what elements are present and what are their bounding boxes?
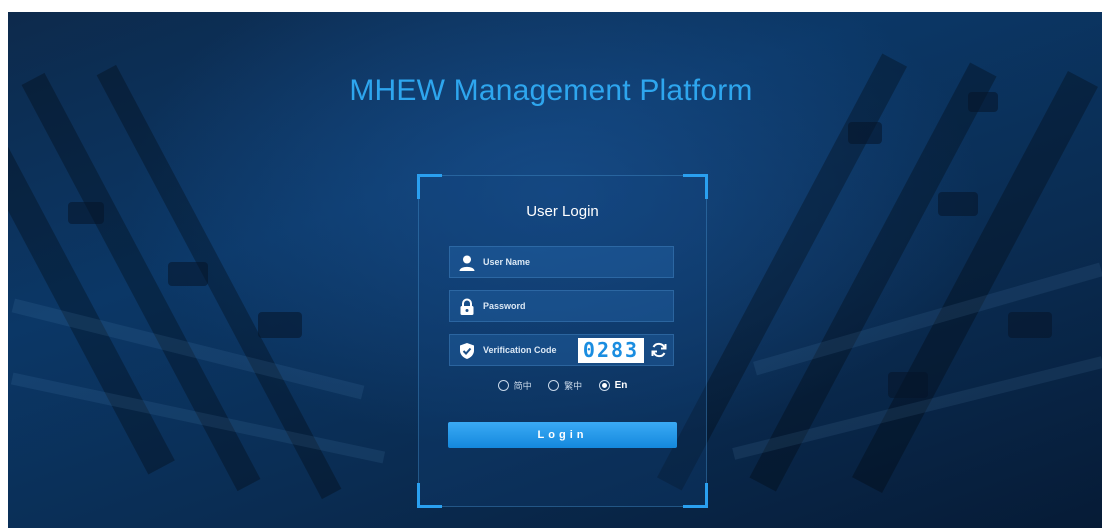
- lock-icon: [460, 298, 474, 315]
- language-label: 繁中: [564, 381, 583, 391]
- user-icon: [459, 255, 475, 271]
- username-input[interactable]: [483, 247, 663, 277]
- captcha-image[interactable]: 0283: [578, 338, 644, 363]
- frame-corner-top-left: [417, 174, 442, 199]
- login-heading: User Login: [526, 203, 599, 220]
- radio-button[interactable]: [548, 380, 560, 391]
- verification-code-input[interactable]: [483, 335, 578, 365]
- password-field: [449, 290, 674, 322]
- refresh-icon[interactable]: [650, 341, 668, 359]
- shield-check-icon: [460, 343, 474, 359]
- login-button[interactable]: Login: [448, 422, 677, 448]
- language-label: 简中: [513, 381, 532, 391]
- password-input[interactable]: [483, 291, 663, 321]
- radio-button[interactable]: [497, 380, 509, 391]
- frame-corner-bottom-right: [683, 483, 708, 508]
- language-option-traditional-chinese[interactable]: 繁中: [548, 379, 582, 392]
- language-option-simplified-chinese[interactable]: 简中: [497, 379, 532, 392]
- radio-button-selected[interactable]: [598, 380, 610, 391]
- verification-field: 0283: [449, 334, 674, 366]
- frame-corner-top-right: [683, 174, 708, 199]
- login-panel: User Login 0283 简中: [417, 174, 708, 508]
- username-field: [449, 246, 674, 278]
- frame-corner-bottom-left: [417, 483, 442, 508]
- page-title: MHEW Management Platform: [349, 74, 753, 107]
- language-label: En: [614, 380, 628, 391]
- language-option-english[interactable]: En: [598, 380, 628, 391]
- language-selector: 简中 繁中 En: [419, 379, 706, 395]
